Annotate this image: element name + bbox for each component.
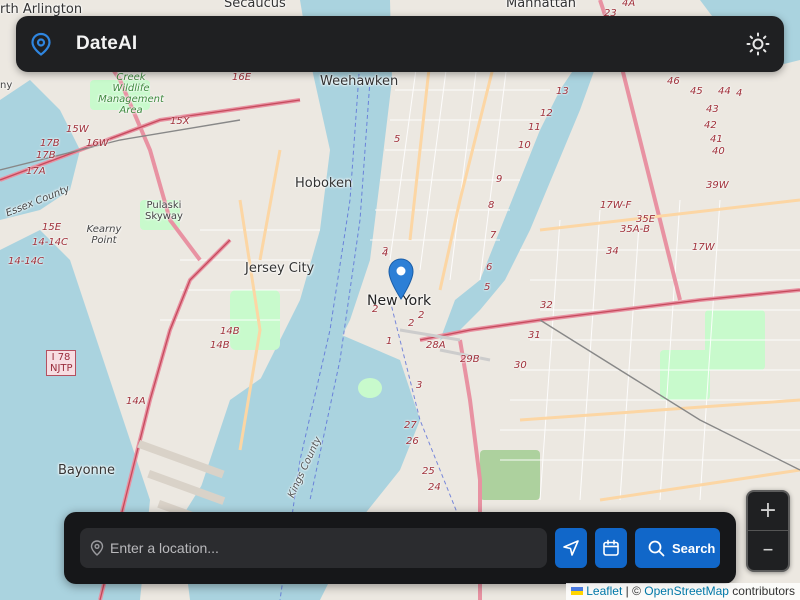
exit-label: 16E bbox=[232, 72, 252, 83]
label-jersey-city: Jersey City bbox=[245, 261, 315, 276]
exit-label: 2 bbox=[372, 304, 379, 315]
exit-label: 3 bbox=[416, 380, 423, 391]
search-button-label: Search bbox=[672, 541, 716, 556]
exit-label: 35A-B bbox=[620, 224, 651, 235]
exit-label: 2 bbox=[408, 318, 415, 329]
exit-label: 4 bbox=[736, 88, 743, 99]
exit-label: 14-14C bbox=[32, 237, 69, 248]
calendar-icon bbox=[603, 539, 619, 556]
exit-label: 14B bbox=[220, 326, 240, 337]
exit-label: 45 bbox=[690, 86, 703, 97]
exit-label: 2 bbox=[418, 310, 425, 321]
exit-label: 28A bbox=[426, 340, 446, 351]
openstreetmap-link[interactable]: OpenStreetMap bbox=[644, 584, 729, 598]
exit-label: 42 bbox=[704, 120, 717, 131]
label-north-arlington: rth Arlington bbox=[0, 2, 83, 17]
exit-label: 24 bbox=[428, 482, 441, 493]
exit-label: 30 bbox=[514, 360, 527, 371]
exit-label: 34 bbox=[606, 246, 619, 257]
exit-label: 10 bbox=[518, 140, 531, 151]
exit-label: 43 bbox=[706, 104, 719, 115]
exit-label: 11 bbox=[528, 122, 541, 133]
zoom-in-button[interactable]: + bbox=[748, 492, 788, 531]
exit-label: 8 bbox=[488, 200, 495, 211]
location-pin-icon bbox=[31, 32, 51, 56]
exit-label: 39W bbox=[706, 180, 729, 191]
map-marker-icon[interactable] bbox=[388, 258, 414, 300]
label-ny-left: ny bbox=[0, 80, 13, 91]
exit-label: 13 bbox=[556, 86, 569, 97]
exit-label: 15W bbox=[66, 124, 89, 135]
location-pin-icon bbox=[90, 540, 104, 556]
exit-label: 41 bbox=[710, 134, 723, 145]
date-picker-button[interactable] bbox=[595, 528, 627, 568]
exit-label: 17B bbox=[40, 138, 60, 149]
zoom-control: + – bbox=[746, 490, 790, 572]
exit-label: 17A bbox=[26, 166, 46, 177]
label-secaucus: Secaucus bbox=[224, 0, 286, 11]
exit-label: 29B bbox=[460, 354, 480, 365]
exit-label: 31 bbox=[528, 330, 541, 341]
search-panel: Search bbox=[64, 512, 736, 584]
exit-label: 40 bbox=[712, 146, 725, 157]
navigation-arrow-icon bbox=[563, 540, 579, 556]
ukraine-flag-icon bbox=[571, 587, 584, 595]
exit-label: 6 bbox=[486, 262, 493, 273]
exit-label: 14-14C bbox=[8, 256, 45, 267]
location-input[interactable] bbox=[110, 528, 540, 568]
route-shield-label: I 78 NJTP bbox=[50, 352, 73, 374]
app-title: DateAI bbox=[76, 33, 138, 54]
exit-label: 17W-F bbox=[600, 200, 632, 211]
attribution-contributors: contributors bbox=[728, 584, 795, 598]
exit-label: 15X bbox=[170, 116, 190, 127]
exit-label: 25 bbox=[422, 466, 435, 477]
exit-label: 1 bbox=[386, 336, 393, 347]
label-pulaski-skyway: Pulaski Skyway bbox=[145, 200, 183, 222]
exit-label: 5 bbox=[484, 282, 491, 293]
exit-label: 4A bbox=[622, 0, 636, 9]
search-icon bbox=[648, 540, 665, 557]
label-kearny-point: Kearny Point bbox=[86, 224, 122, 246]
exit-label: 15E bbox=[42, 222, 62, 233]
locate-button[interactable] bbox=[555, 528, 587, 568]
exit-label: 14B bbox=[210, 340, 230, 351]
search-button[interactable]: Search bbox=[635, 528, 720, 568]
leaflet-link[interactable]: Leaflet bbox=[586, 584, 622, 598]
label-weehawken: Weehawken bbox=[320, 74, 399, 89]
exit-label: 26 bbox=[406, 436, 419, 447]
app-header: DateAI bbox=[16, 16, 784, 72]
label-bayonne: Bayonne bbox=[58, 463, 116, 478]
exit-label: 32 bbox=[540, 300, 553, 311]
exit-label: 16W bbox=[86, 138, 109, 149]
exit-label: 17W bbox=[692, 242, 715, 253]
location-input-wrapper bbox=[80, 528, 547, 568]
label-manhattan: Manhattan bbox=[506, 0, 577, 11]
exit-label: 7 bbox=[490, 230, 497, 241]
route-shield-i78: I 78 NJTP bbox=[46, 350, 76, 376]
map-canvas[interactable]: New York Jersey City Hoboken Weehawken B… bbox=[0, 0, 800, 600]
sun-icon[interactable] bbox=[746, 32, 770, 56]
exit-label: 12 bbox=[540, 108, 553, 119]
map-attribution: Leaflet | © OpenStreetMap contributors bbox=[566, 583, 800, 600]
attribution-separator: | © bbox=[622, 584, 645, 598]
exit-label: 46 bbox=[667, 76, 680, 87]
label-creek-wildlife: Creek Wildlife Management Area bbox=[98, 72, 164, 116]
exit-label: 5 bbox=[394, 134, 401, 145]
exit-label: 44 bbox=[718, 86, 731, 97]
exit-label: 14A bbox=[126, 396, 146, 407]
exit-label: 17B bbox=[36, 150, 56, 161]
exit-label: 27 bbox=[404, 420, 417, 431]
zoom-out-button[interactable]: – bbox=[748, 531, 788, 570]
exit-label: 9 bbox=[496, 174, 503, 185]
label-hoboken: Hoboken bbox=[295, 176, 353, 191]
